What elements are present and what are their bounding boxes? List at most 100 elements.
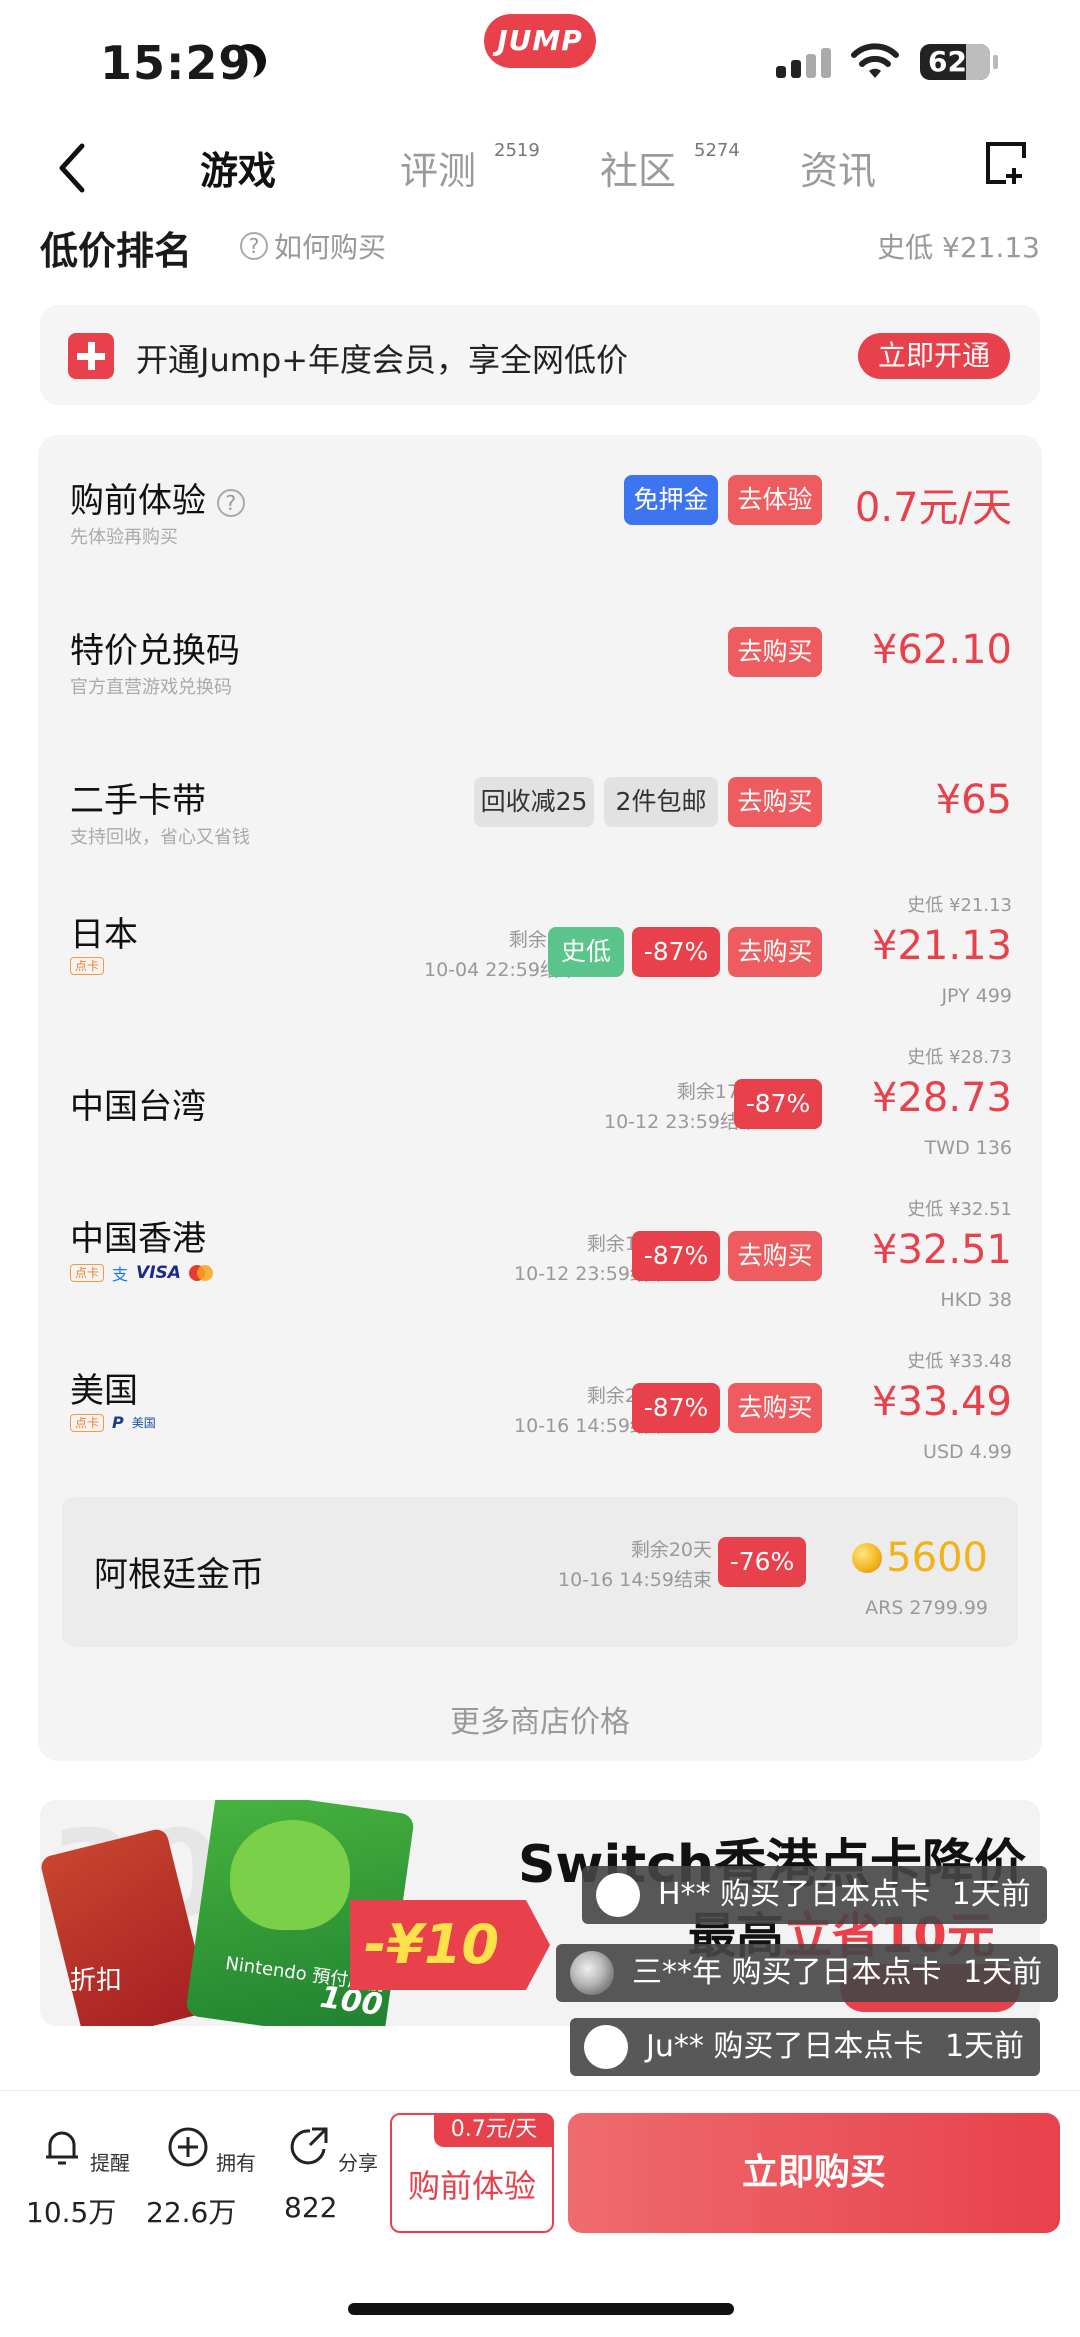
toast-user: 三**年 <box>632 1955 722 1990</box>
tab-game[interactable]: 游戏 <box>200 140 276 195</box>
buy-now-button[interactable]: 立即购买 <box>568 2113 1060 2233</box>
jump-logo: JUMP <box>484 14 596 68</box>
payment-methods: 点卡 <box>70 957 105 975</box>
open-membership-button[interactable]: 立即开通 <box>857 333 1010 379</box>
buy-button[interactable]: 去购买 <box>728 627 822 677</box>
purchase-toast: H** 购买了日本点卡 1天前 <box>582 1866 1047 1924</box>
list-item[interactable]: 二手卡带 支持回收，省心又省钱 回收减25 2件包邮 去购买 ¥65 <box>38 735 1042 885</box>
toast-time: 1天前 <box>951 1877 1031 1912</box>
row-name: 中国香港 <box>70 1219 206 1259</box>
row-sub: 先体验再购买 <box>70 527 178 548</box>
toast-text: 购买了日本点卡 <box>713 2029 924 2064</box>
toast-user: Ju** <box>646 2029 704 2064</box>
status-bar: 15:29 JUMP 62 <box>0 0 1080 120</box>
list-item[interactable]: 中国香港 点卡 支 VISA 剩余17天 10-12 23:59结束 -87% 去… <box>38 1191 1042 1341</box>
tab-community[interactable]: 社区 5274 <box>600 140 740 195</box>
bottom-action-bar: 提醒 10.5万 拥有 22.6万 分享 822 0.7元/天 购前体验 立即购… <box>0 2090 1080 2337</box>
tab-news[interactable]: 资讯 <box>800 140 876 195</box>
buy-button[interactable]: 去购买 <box>728 777 822 827</box>
local-currency: ARS 2799.99 <box>865 1597 988 1619</box>
tab-count: 5274 <box>694 140 740 161</box>
historical-low: 史低 ¥28.73 <box>907 1047 1012 1068</box>
section-title: 低价排名 <box>40 229 193 273</box>
tab-label: 社区 <box>600 149 677 193</box>
discount-badge: -87% <box>632 927 720 977</box>
purchase-toast: Ju** 购买了日本点卡 1天前 <box>570 2018 1041 2076</box>
purchase-toast: 三**年 购买了日本点卡 1天前 <box>556 1944 1059 2002</box>
local-currency: HKD 38 <box>940 1289 1012 1311</box>
row-name: 阿根廷金币 <box>94 1555 264 1595</box>
free-shipping-badge: 2件包邮 <box>604 777 718 827</box>
remind-count: 10.5万 <box>26 2196 117 2229</box>
point-card-badge: 点卡 <box>70 1413 105 1432</box>
buy-button[interactable]: 去购买 <box>728 927 822 977</box>
share-button[interactable]: 分享 822 <box>284 2125 378 2224</box>
share-label: 分享 <box>338 2151 378 2175</box>
more-store-prices-link[interactable]: 更多商店价格 <box>38 1697 1042 1741</box>
question-icon: ? <box>240 232 268 260</box>
row-price: ¥62.10 <box>872 627 1012 673</box>
try-before-buy-button[interactable]: 0.7元/天 购前体验 <box>390 2113 554 2233</box>
own-button[interactable]: 拥有 22.6万 <box>146 2125 256 2229</box>
add-to-list-icon[interactable] <box>984 140 1028 186</box>
list-item[interactable]: 日本 点卡 剩余9天 10-04 22:59结束 史低 -87% 去购买 史低 ¥… <box>38 887 1042 1037</box>
list-item[interactable]: 特价兑换码 官方直营游戏兑换码 去购买 ¥62.10 <box>38 585 1042 735</box>
paypal-icon: P <box>112 1413 124 1432</box>
list-item[interactable]: 购前体验 ? 先体验再购买 免押金 去体验 0.7元/天 <box>38 435 1042 585</box>
question-icon: ? <box>216 488 245 517</box>
toast-user: H** <box>658 1877 711 1912</box>
how-to-buy-label: 如何购买 <box>274 231 387 264</box>
discount-badge: -87% <box>734 1079 822 1129</box>
own-label: 拥有 <box>216 2151 256 2175</box>
buy-button[interactable]: 去购买 <box>728 1231 822 1281</box>
battery-icon: 62 <box>920 44 998 80</box>
list-item[interactable]: 中国台湾 剩余17天 10-12 23:59结束 -87% 史低 ¥28.73 ¥… <box>38 1039 1042 1189</box>
battery-level: 62 <box>928 45 967 78</box>
home-indicator <box>348 2303 734 2315</box>
row-sub: 支持回收，省心又省钱 <box>70 827 250 848</box>
row-price: ¥33.49 <box>872 1379 1012 1425</box>
payment-methods: 点卡 支 VISA <box>70 1261 213 1285</box>
row-price: 0.7元/天 <box>854 485 1012 531</box>
toast-text: 购买了日本点卡 <box>720 1877 931 1912</box>
tab-label: 资讯 <box>800 149 877 193</box>
recycle-discount-badge: 回收减25 <box>474 777 594 827</box>
row-name: 日本 <box>70 915 138 955</box>
wifi-icon <box>851 43 899 78</box>
historical-low: 史低 ¥32.51 <box>907 1199 1012 1220</box>
tab-review[interactable]: 评测 2519 <box>400 140 540 195</box>
tab-label: 游戏 <box>200 149 277 193</box>
share-count: 822 <box>284 2191 338 2224</box>
row-name: 中国台湾 <box>70 1087 206 1127</box>
bell-icon <box>46 2131 78 2165</box>
remind-label: 提醒 <box>90 2151 130 2175</box>
discount-tag: -¥10 <box>350 1900 550 1990</box>
remain-days: 剩余20天 <box>630 1539 712 1561</box>
remind-button[interactable]: 提醒 10.5万 <box>26 2125 130 2229</box>
row-name-text: 购前体验 <box>70 481 206 521</box>
yoshi-image <box>230 1820 350 1930</box>
list-item[interactable]: 阿根廷金币 剩余20天 10-16 14:59结束 -76% 5600 ARS 2… <box>62 1497 1018 1647</box>
list-item[interactable]: 美国 点卡 P 美国 剩余20天 10-16 14:59结束 -87% 去购买 史… <box>38 1343 1042 1493</box>
how-to-buy-link[interactable]: ? 如何购买 <box>240 226 386 266</box>
try-button[interactable]: 去体验 <box>728 475 822 525</box>
buy-button[interactable]: 去购买 <box>728 1383 822 1433</box>
avatar <box>584 2025 628 2069</box>
member-banner[interactable]: 开通Jump+年度会员，享全网低价 立即开通 <box>40 305 1040 405</box>
row-name: 二手卡带 <box>70 781 206 821</box>
time-remaining: 剩余20天 10-16 14:59结束 <box>558 1535 712 1595</box>
row-sub: 官方直营游戏兑换码 <box>70 677 232 698</box>
us-badge: 美国 <box>131 1416 156 1430</box>
discount-badge: -87% <box>632 1231 720 1281</box>
lowest-badge: 史低 <box>548 927 624 977</box>
local-currency: USD 4.99 <box>923 1441 1012 1463</box>
historical-low: 史低 ¥21.13 <box>877 231 1040 264</box>
row-price: ¥21.13 <box>872 923 1012 969</box>
discount-badge: -87% <box>632 1383 720 1433</box>
discount-badge: -76% <box>718 1537 806 1587</box>
toast-time: 1天前 <box>944 2029 1025 2064</box>
price-list: 购前体验 ? 先体验再购买 免押金 去体验 0.7元/天 特价兑换码 官方直营游… <box>38 435 1042 1761</box>
end-time: 10-16 14:59结束 <box>557 1569 712 1591</box>
back-arrow-icon[interactable] <box>54 138 90 198</box>
payment-methods: 点卡 P 美国 <box>70 1413 156 1432</box>
